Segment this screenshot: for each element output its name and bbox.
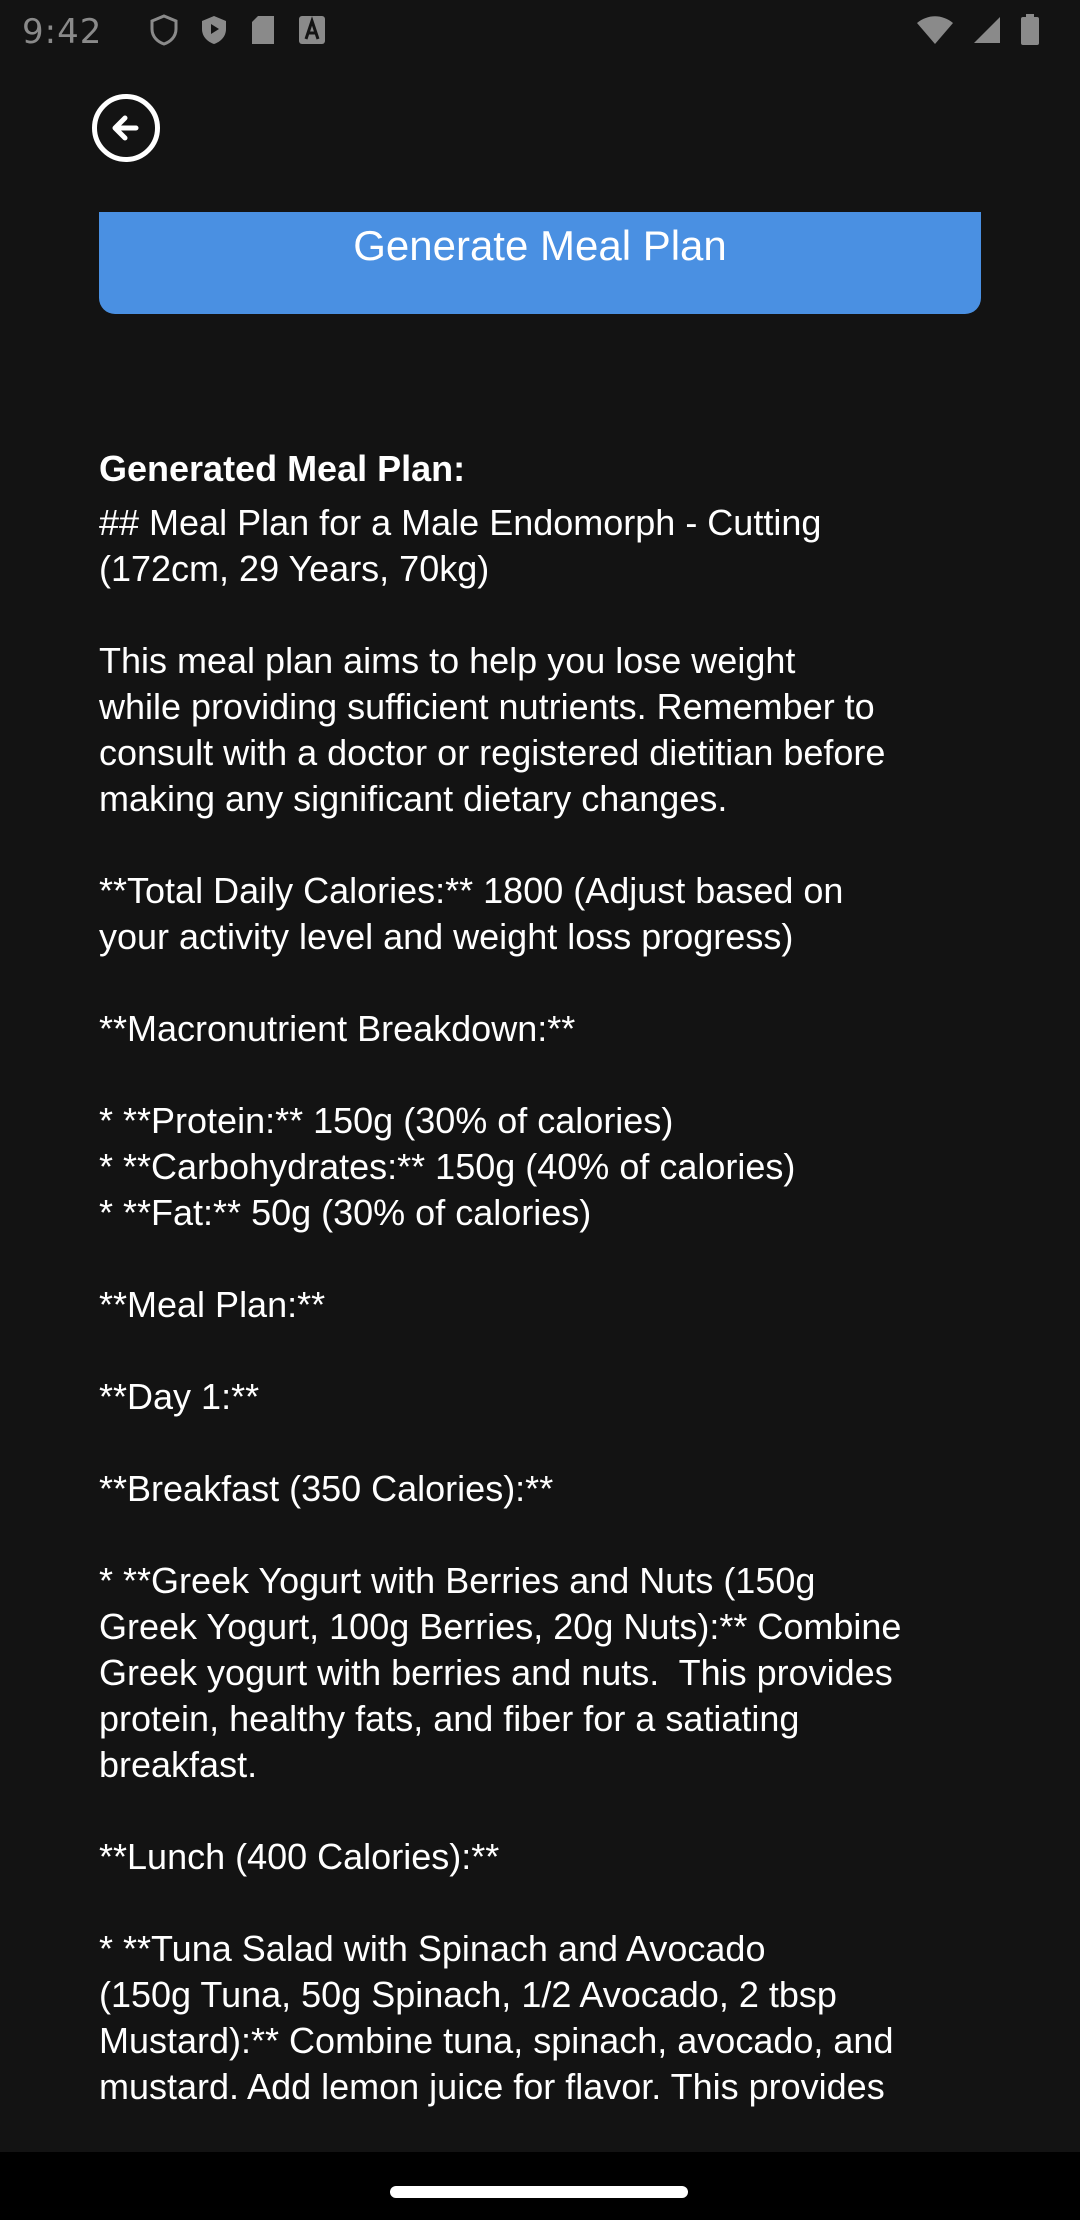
signal-icon bbox=[974, 17, 1000, 43]
generate-meal-plan-label: Generate Meal Plan bbox=[353, 222, 727, 269]
generate-meal-plan-button[interactable]: Generate Meal Plan bbox=[99, 212, 981, 314]
result-label: Generated Meal Plan: bbox=[99, 448, 466, 489]
status-bar: 9:42 bbox=[0, 0, 1080, 64]
sd-card-icon bbox=[252, 16, 274, 44]
wifi-icon bbox=[917, 16, 953, 44]
font-icon bbox=[299, 16, 325, 44]
notification-icons bbox=[150, 14, 326, 46]
shield-icon bbox=[150, 14, 178, 46]
navigation-bar bbox=[0, 2152, 1080, 2220]
result-text: ## Meal Plan for a Male Endomorph - Cutt… bbox=[99, 502, 902, 2107]
meal-plan-result: Generated Meal Plan: ## Meal Plan for a … bbox=[99, 446, 979, 2110]
shield-play-icon bbox=[202, 16, 226, 44]
back-button[interactable] bbox=[92, 94, 160, 162]
system-status-icons bbox=[916, 14, 1040, 46]
battery-icon bbox=[1021, 14, 1039, 45]
home-indicator[interactable] bbox=[390, 2186, 688, 2198]
status-time: 9:42 bbox=[22, 12, 103, 52]
arrow-left-circle-icon bbox=[112, 115, 139, 141]
